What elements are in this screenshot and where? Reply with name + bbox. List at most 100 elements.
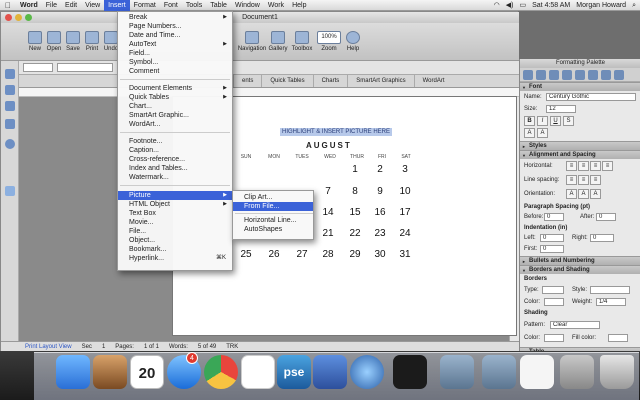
print-layout-view[interactable]: Print Layout View bbox=[25, 344, 72, 350]
style-select[interactable] bbox=[23, 63, 53, 72]
projects-panel-icon[interactable] bbox=[614, 70, 624, 80]
toolbox-button[interactable]: Toolbox bbox=[290, 31, 314, 52]
print-button[interactable]: Print bbox=[82, 31, 102, 52]
shading-color-select[interactable] bbox=[544, 334, 564, 342]
preview-icon[interactable] bbox=[93, 355, 127, 389]
menu-item-chart[interactable]: Chart... bbox=[118, 102, 232, 111]
menu-item-wordart[interactable]: WordArt... bbox=[118, 120, 232, 129]
menu-item-object[interactable]: Object... bbox=[118, 236, 232, 245]
menu-item-date-time[interactable]: Date and Time... bbox=[118, 31, 232, 40]
palette-title[interactable]: Formatting Palette bbox=[520, 59, 640, 68]
font-name-field[interactable]: Century Gothic bbox=[546, 93, 636, 101]
stack-icon[interactable] bbox=[560, 355, 594, 389]
menu-item-quick-tables[interactable]: Quick Tables ▶ bbox=[118, 93, 232, 102]
onehalf-spacing-button[interactable]: ≡ bbox=[578, 175, 589, 185]
tab-charts[interactable]: Charts bbox=[312, 75, 348, 87]
save-button[interactable]: Save bbox=[63, 31, 83, 52]
menu-format[interactable]: Format bbox=[130, 0, 160, 11]
menu-font[interactable]: Font bbox=[160, 0, 182, 11]
border-color-select[interactable] bbox=[544, 298, 564, 306]
menu-item-html-object[interactable]: HTML Object ▶ bbox=[118, 200, 232, 209]
compatibility-panel-icon[interactable] bbox=[601, 70, 611, 80]
font-panel-icon[interactable] bbox=[523, 70, 533, 80]
tab-document-elements[interactable]: ents bbox=[233, 75, 261, 87]
pattern-select[interactable]: Clear bbox=[550, 321, 600, 329]
menu-item-smartart[interactable]: SmartArt Graphic... bbox=[118, 111, 232, 120]
line-tool-icon[interactable] bbox=[5, 119, 15, 129]
text-tool-icon[interactable] bbox=[5, 101, 15, 111]
align-left-button[interactable]: ≡ bbox=[566, 161, 577, 171]
styles-panel-icon[interactable] bbox=[536, 70, 546, 80]
orientation-up-button[interactable]: A bbox=[578, 189, 589, 199]
bold-button[interactable]: B bbox=[524, 116, 535, 126]
bullets-section[interactable]: Bullets and Numbering bbox=[520, 256, 640, 266]
menu-item-movie[interactable]: Movie... bbox=[118, 218, 232, 227]
view-icon[interactable] bbox=[5, 69, 15, 79]
orientation-horizontal-button[interactable]: A bbox=[566, 189, 577, 199]
fill-color-select[interactable] bbox=[608, 334, 628, 342]
font-section[interactable]: Font bbox=[520, 82, 640, 92]
first-indent-field[interactable]: 0 bbox=[540, 245, 564, 253]
single-spacing-button[interactable]: ≡ bbox=[566, 175, 577, 185]
menu-item-comment[interactable]: Comment bbox=[118, 67, 232, 76]
menu-item-cross-reference[interactable]: Cross-reference... bbox=[118, 155, 232, 164]
menu-item-symbol[interactable]: Symbol... bbox=[118, 58, 232, 67]
menu-item-footnote[interactable]: Footnote... bbox=[118, 137, 232, 146]
menu-insert[interactable]: Insert bbox=[104, 0, 130, 11]
apple-menu-icon[interactable]:  bbox=[0, 0, 16, 11]
right-indent-field[interactable]: 0 bbox=[590, 234, 614, 242]
border-weight-select[interactable]: 1/4 bbox=[596, 298, 626, 306]
menu-item-hyperlink[interactable]: Hyperlink... ⌘K bbox=[118, 254, 232, 263]
reference-panel-icon[interactable] bbox=[575, 70, 585, 80]
styles-section[interactable]: Styles bbox=[520, 141, 640, 151]
wifi-icon[interactable]: ◠ bbox=[494, 0, 500, 11]
menu-item-document-elements[interactable]: Document Elements ▶ bbox=[118, 84, 232, 93]
clipart-panel-icon[interactable] bbox=[562, 70, 572, 80]
menu-work[interactable]: Work bbox=[264, 0, 288, 11]
navigation-button[interactable]: Navigation bbox=[237, 31, 267, 52]
gallery-button[interactable]: Gallery bbox=[266, 31, 290, 52]
chrome-icon[interactable] bbox=[204, 355, 238, 389]
applications-folder-icon[interactable] bbox=[440, 355, 474, 389]
zoom-field[interactable]: 100% bbox=[317, 31, 341, 44]
menu-window[interactable]: Window bbox=[231, 0, 264, 11]
word-icon[interactable] bbox=[313, 355, 347, 389]
shadow-button[interactable]: S bbox=[563, 116, 574, 126]
subscript-button[interactable]: A bbox=[537, 128, 548, 138]
menu-edit[interactable]: Edit bbox=[61, 0, 81, 11]
submenu-item-autoshapes[interactable]: AutoShapes bbox=[233, 225, 313, 234]
italic-button[interactable]: I bbox=[537, 116, 548, 126]
finder-icon[interactable] bbox=[56, 355, 90, 389]
menu-help[interactable]: Help bbox=[288, 0, 310, 11]
menu-item-autotext[interactable]: AutoText ▶ bbox=[118, 40, 232, 49]
after-field[interactable]: 0 bbox=[596, 213, 616, 221]
superscript-button[interactable]: A bbox=[524, 128, 535, 138]
menu-item-break[interactable]: Break ▶ bbox=[118, 13, 232, 22]
minimize-icon[interactable] bbox=[15, 14, 22, 21]
zoom-window-icon[interactable] bbox=[25, 14, 32, 21]
spotlight-icon[interactable]: ⌕ bbox=[632, 0, 636, 11]
arrow-tool-icon[interactable] bbox=[5, 85, 15, 95]
submenu-item-from-file[interactable]: From File... bbox=[233, 202, 313, 211]
user-name[interactable]: Morgan Howard bbox=[576, 0, 626, 11]
tab-quick-tables[interactable]: Quick Tables bbox=[261, 75, 312, 87]
orientation-down-button[interactable]: A bbox=[590, 189, 601, 199]
submenu-item-horizontal-line[interactable]: Horizontal Line... bbox=[233, 216, 313, 225]
tab-wordart[interactable]: WordArt bbox=[413, 75, 453, 87]
new-button[interactable]: New bbox=[25, 31, 45, 52]
objects-panel-icon[interactable] bbox=[549, 70, 559, 80]
border-style-select[interactable] bbox=[590, 286, 630, 294]
open-button[interactable]: Open bbox=[44, 31, 64, 52]
photoshop-elements-icon[interactable]: pse bbox=[277, 355, 311, 389]
before-field[interactable]: 0 bbox=[544, 213, 564, 221]
menu-item-page-numbers[interactable]: Page Numbers... bbox=[118, 22, 232, 31]
menu-item-index-tables[interactable]: Index and Tables... bbox=[118, 164, 232, 173]
downloads-folder-icon[interactable] bbox=[482, 355, 516, 389]
calendar-icon[interactable]: 20 bbox=[130, 355, 164, 389]
clock[interactable]: Sat 4:58 AM bbox=[532, 0, 570, 11]
menu-item-text-box[interactable]: Text Box bbox=[118, 209, 232, 218]
documents-stack-icon[interactable] bbox=[520, 355, 554, 389]
close-icon[interactable] bbox=[5, 14, 12, 21]
comment-tool-icon[interactable] bbox=[5, 186, 15, 196]
menu-view[interactable]: View bbox=[81, 0, 104, 11]
